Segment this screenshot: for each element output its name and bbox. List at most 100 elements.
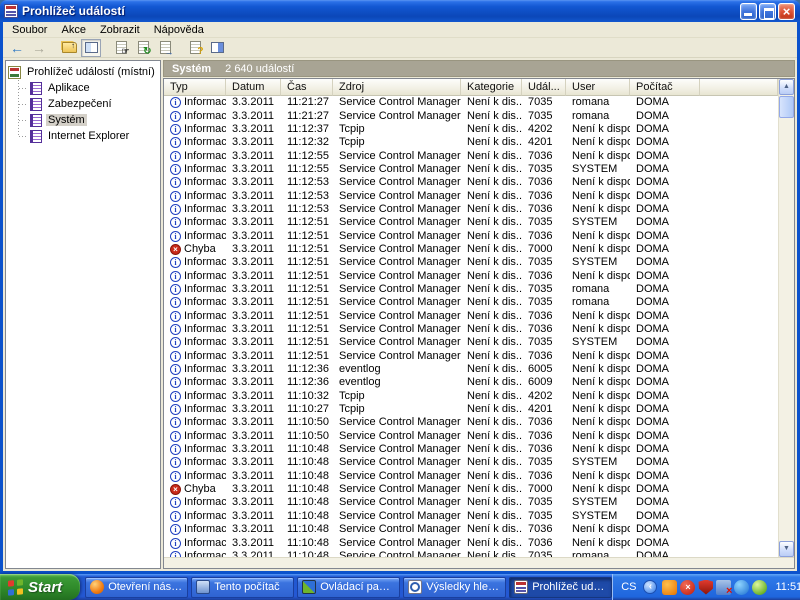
export-list-icon[interactable] [155, 39, 175, 57]
table-row[interactable]: Informace3.3.201111:12:36eventlogNení k … [164, 376, 778, 389]
column-header[interactable]: User [566, 79, 630, 96]
table-row[interactable]: Chyba3.3.201111:10:48Service Control Man… [164, 483, 778, 496]
table-row[interactable]: Informace3.3.201111:12:51Service Control… [164, 350, 778, 363]
table-row[interactable]: Informace3.3.201111:12:53Service Control… [164, 176, 778, 189]
show-hide-pane-icon[interactable] [207, 39, 227, 57]
info-icon [170, 150, 181, 162]
sidebar-item-internet-explorer[interactable]: Internet Explorer [19, 128, 158, 144]
antivirus-orange-icon[interactable] [662, 579, 678, 595]
start-button[interactable]: Start [0, 574, 81, 600]
table-row[interactable]: Informace3.3.201111:21:27Service Control… [164, 109, 778, 122]
table-row[interactable]: Informace3.3.201111:12:51Service Control… [164, 296, 778, 309]
scroll-down-button[interactable]: ▼ [779, 541, 794, 557]
messenger-blue-icon[interactable] [734, 579, 750, 595]
up-one-level-icon[interactable] [59, 39, 79, 57]
table-row[interactable]: Informace3.3.201111:12:36eventlogNení k … [164, 363, 778, 376]
table-row[interactable]: Informace3.3.201111:10:48Service Control… [164, 550, 778, 557]
table-row[interactable]: Informace3.3.201111:12:51Service Control… [164, 283, 778, 296]
info-icon [170, 377, 181, 389]
table-row[interactable]: Informace3.3.201111:10:48Service Control… [164, 536, 778, 549]
info-icon [170, 257, 181, 269]
table-row[interactable]: Informace3.3.201111:12:32TcpipNení k dis… [164, 136, 778, 149]
sidebar-item-aplikace[interactable]: Aplikace [19, 80, 158, 96]
column-header[interactable]: Kategorie [461, 79, 522, 96]
table-row[interactable]: Informace3.3.201111:10:48Service Control… [164, 470, 778, 483]
forward-icon[interactable] [29, 39, 49, 57]
menu-napoveda[interactable]: Nápověda [147, 24, 211, 36]
control-panel-icon [302, 580, 317, 594]
table-row[interactable]: Informace3.3.201111:12:53Service Control… [164, 203, 778, 216]
table-row[interactable]: Informace3.3.201111:12:55Service Control… [164, 163, 778, 176]
sidebar-item-syst-m[interactable]: Systém [19, 112, 158, 128]
table-row[interactable]: Informace3.3.201111:10:27TcpipNení k dis… [164, 403, 778, 416]
back-icon[interactable] [7, 39, 27, 57]
table-row[interactable]: Informace3.3.201111:12:53Service Control… [164, 189, 778, 202]
taskbar-button[interactable]: Prohlížeč událostí [509, 576, 613, 598]
table-row[interactable]: Informace3.3.201111:10:48Service Control… [164, 510, 778, 523]
show-hide-tree-icon[interactable] [81, 38, 101, 57]
table-row[interactable]: Informace3.3.201111:21:27Service Control… [164, 96, 778, 109]
scroll-up-button[interactable]: ▲ [779, 79, 794, 95]
vertical-scrollbar[interactable]: ▲ ▼ [778, 79, 794, 557]
language-indicator[interactable]: CS [621, 581, 636, 593]
event-type-label: Informace [184, 376, 226, 389]
table-row[interactable]: Informace3.3.201111:10:48Service Control… [164, 523, 778, 536]
scroll-thumb[interactable] [779, 96, 794, 118]
event-type-label: Informace [184, 416, 226, 429]
network-disconnected-icon[interactable] [716, 579, 732, 597]
column-header-filler [700, 79, 778, 96]
column-header[interactable]: Datum [226, 79, 281, 96]
log-icon [30, 97, 42, 111]
table-row[interactable]: Informace3.3.201111:12:51Service Control… [164, 336, 778, 349]
log-icon [30, 113, 42, 127]
table-row[interactable]: Chyba3.3.201111:12:51Service Control Man… [164, 243, 778, 256]
error-icon [170, 484, 181, 496]
titlebar[interactable]: Prohlížeč událostí [0, 0, 800, 22]
table-row[interactable]: Informace3.3.201111:12:55Service Control… [164, 149, 778, 162]
table-row[interactable]: Informace3.3.201111:10:48Service Control… [164, 496, 778, 509]
column-header[interactable]: Počítač [630, 79, 700, 96]
chevron-left-icon[interactable]: ‹ [643, 580, 658, 594]
menu-soubor[interactable]: Soubor [5, 24, 54, 36]
column-header[interactable]: Zdroj [333, 79, 461, 96]
taskbar-button-label: Ovládací panely [320, 581, 396, 593]
scroll-track[interactable] [779, 119, 794, 541]
table-row[interactable]: Informace3.3.201111:10:48Service Control… [164, 443, 778, 456]
taskbar-button[interactable]: Tento počítač [191, 576, 295, 598]
menu-akce[interactable]: Akce [54, 24, 92, 36]
table-row[interactable]: Informace3.3.201111:12:51Service Control… [164, 310, 778, 323]
taskbar-button[interactable]: Ovládací panely [297, 576, 401, 598]
column-header[interactable]: Udál... [522, 79, 566, 96]
sidebar-item-zabezpe-en-[interactable]: Zabezpečení [19, 96, 158, 112]
table-row[interactable]: Informace3.3.201111:12:51Service Control… [164, 256, 778, 269]
event-type-label: Informace [184, 136, 226, 149]
table-row[interactable]: Informace3.3.201111:10:50Service Control… [164, 416, 778, 429]
minimize-button[interactable] [740, 2, 757, 20]
table-row[interactable]: Informace3.3.201111:10:50Service Control… [164, 430, 778, 443]
table-row[interactable]: Informace3.3.201111:10:48Service Control… [164, 456, 778, 469]
taskbar-button[interactable]: Otevření nástroje... [85, 576, 189, 598]
close-button[interactable] [778, 2, 795, 20]
table-row[interactable]: Informace3.3.201111:12:51Service Control… [164, 323, 778, 336]
properties-icon[interactable] [111, 39, 131, 57]
table-row[interactable]: Informace3.3.201111:12:51Service Control… [164, 216, 778, 229]
tree-root[interactable]: Prohlížeč událostí (místní) [8, 64, 158, 80]
help-icon[interactable] [185, 39, 205, 57]
table-row[interactable]: Informace3.3.201111:10:32TcpipNení k dis… [164, 390, 778, 403]
refresh-icon[interactable] [133, 39, 153, 57]
taskbar-button[interactable]: Výsledky hledání [403, 576, 507, 598]
event-viewer-icon [514, 580, 529, 594]
horizontal-scrollbar[interactable] [164, 557, 794, 568]
restore-button[interactable] [759, 2, 776, 20]
table-row[interactable]: Informace3.3.201111:12:51Service Control… [164, 269, 778, 282]
menu-bar: Soubor Akce Zobrazit Nápověda [3, 22, 797, 38]
column-header[interactable]: Typ [164, 79, 226, 96]
security-shield-icon[interactable] [698, 579, 714, 595]
updates-green-icon[interactable] [752, 579, 768, 595]
column-header[interactable]: Čas [281, 79, 333, 96]
menu-zobrazit[interactable]: Zobrazit [93, 24, 147, 36]
security-alert-icon[interactable] [680, 579, 696, 595]
table-row[interactable]: Informace3.3.201111:12:37TcpipNení k dis… [164, 123, 778, 136]
table-row[interactable]: Informace3.3.201111:12:51Service Control… [164, 229, 778, 242]
tree-children: Aplikace Zabezpečení Systém Internet Explor… [8, 80, 158, 144]
